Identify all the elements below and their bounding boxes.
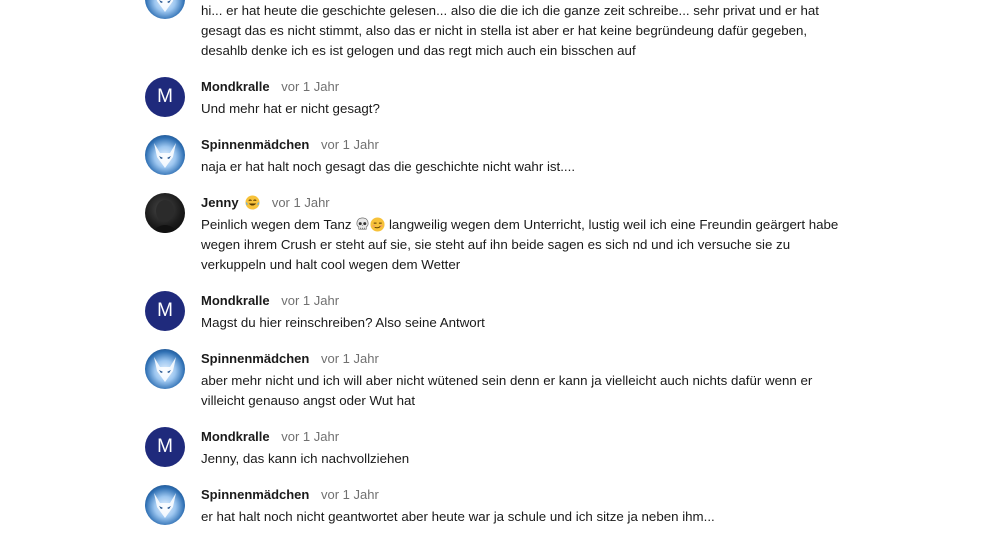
wolf-avatar[interactable] [145,349,185,389]
comment-meta: Spinnenmädchen vor 1 Jahr [201,135,851,155]
comment-meta: Mondkralle vor 1 Jahr [201,291,851,311]
comment-time: vor 1 Jahr [281,429,340,444]
comment-meta: Spinnenmädchen vor 1 Jahr [201,485,851,505]
comment-text: Magst du hier reinschreiben? Also seine … [201,315,485,330]
comment-author[interactable]: Mondkralle [201,429,270,444]
avatar-letter[interactable]: M [145,427,185,467]
comment-thread: hi... er hat heute die geschichte gelese… [0,0,988,542]
comment-meta: Mondkralle vor 1 Jahr [201,77,851,97]
wolf-avatar[interactable] [145,135,185,175]
laughing-tears-emoji-icon [245,195,260,210]
comment-text: hi... er hat heute die geschichte gelese… [201,3,819,58]
comment-text: er hat halt noch nicht geantwortet aber … [201,509,715,524]
comment-time: vor 1 Jahr [271,195,330,210]
dark-avatar[interactable] [145,193,185,233]
comment-time: vor 1 Jahr [281,79,340,94]
comment-author[interactable]: Mondkralle [201,293,270,308]
comment-text: naja er hat halt noch gesagt das die ges… [201,159,576,174]
skull-emoji-icon [355,217,370,232]
comment-text: Jenny, das kann ich nachvollziehen [201,451,410,466]
comment-author[interactable]: Spinnenmädchen [201,487,309,502]
comment-text: aber mehr nicht und ich will aber nicht … [201,373,813,408]
wolf-avatar[interactable] [145,0,185,19]
comment-time: vor 1 Jahr [320,487,379,502]
wolf-avatar[interactable] [145,485,185,525]
comment-text-part: Peinlich wegen dem Tanz [201,217,356,232]
comment-author[interactable]: Mondkralle [201,79,270,94]
comment-time: vor 1 Jahr [320,351,379,366]
smirk-emoji-icon [370,217,385,232]
comment-author[interactable]: Spinnenmädchen [201,137,309,152]
avatar-letter[interactable]: M [145,77,185,117]
comment-meta: Spinnenmädchen vor 1 Jahr [201,349,851,369]
comment-author[interactable]: Spinnenmädchen [201,351,309,366]
comment-text: Und mehr hat er nicht gesagt? [201,101,380,116]
comment-time: vor 1 Jahr [281,293,340,308]
comment-author[interactable]: Jenny [201,195,239,210]
comment-time: vor 1 Jahr [320,137,379,152]
comment-meta: Jenny vor 1 Jahr [201,193,851,213]
comment-meta: Mondkralle vor 1 Jahr [201,427,851,447]
avatar-letter[interactable]: M [145,291,185,331]
comment-text: Peinlich wegen dem Tanz langweilig wegen… [201,215,851,275]
